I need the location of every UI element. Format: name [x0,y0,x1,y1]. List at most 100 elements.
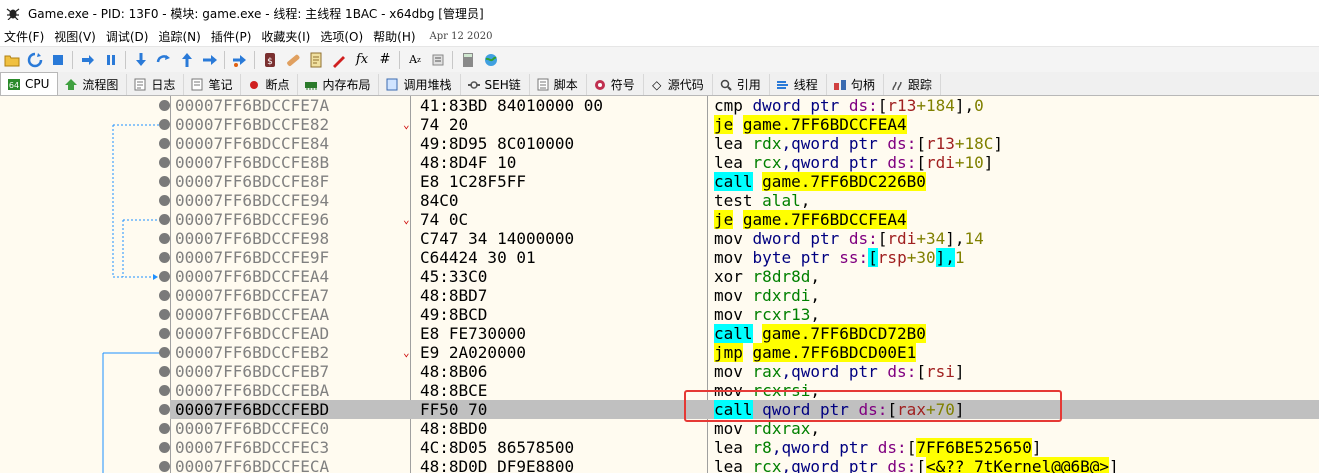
breakpoint-dot[interactable] [159,195,170,206]
disasm-row[interactable]: 00007FF6BDCCFEAD E8 FE730000 call game.7FF… [170,324,1319,343]
open-icon[interactable] [3,51,21,69]
run-to-user-icon[interactable] [201,51,219,69]
breakpoint-dot[interactable] [159,290,170,301]
tab-cpu[interactable]: 64 CPU [0,72,59,95]
breakpoint-dot[interactable] [159,157,170,168]
disasm-row[interactable]: 00007FF6BDCCFE98 C747 34 14000000 mov dwor… [170,229,1319,248]
tab-label: 流程图 [82,78,119,92]
fx-icon[interactable]: fx [353,51,371,69]
step-into-icon[interactable] [132,51,150,69]
breakpoint-dot[interactable] [159,404,170,415]
execute-till-return-icon[interactable] [231,51,249,69]
tab-threads[interactable]: 线程 [770,74,827,95]
menu-trace[interactable]: 追踪(N) [154,28,206,45]
register: rsp [877,248,907,267]
breakpoint-dot[interactable] [159,385,170,396]
breakpoint-dot[interactable] [159,100,170,111]
disasm-row[interactable]: 00007FF6BDCCFEA4 45:33C0 xor r8dr8d, [170,267,1319,286]
pause-icon[interactable] [102,51,120,69]
run-to-cursor-icon[interactable]: $ [261,51,279,69]
breakpoint-dot[interactable] [159,442,170,453]
disasm-row[interactable]: 00007FF6BDCCFEAA 49:8BCD mov rcxr13, [170,305,1319,324]
menu-options[interactable]: 选项(O) [316,28,369,45]
cpu-icon: 64 [7,78,21,91]
breakpoint-dot[interactable] [159,176,170,187]
breakpoint-dot[interactable] [159,423,170,434]
breakpoint-dot[interactable] [159,366,170,377]
step-over-icon[interactable] [155,51,173,69]
breakpoint-dot[interactable] [159,347,170,358]
disasm-row[interactable]: 00007FF6BDCCFEC3 4C:8D05 86578500 lea r8,q… [170,438,1319,457]
tab-call-stack[interactable]: 调用堆栈 [379,74,461,95]
breakpoint-dot[interactable] [159,461,170,472]
tab-log[interactable]: 日志 [127,74,185,95]
tab-symbols[interactable]: 符号 [587,74,644,95]
trace-into-icon[interactable] [178,51,196,69]
disasm-row[interactable]: 00007FF6BDCCFE9F C64424 30 01 mov byte ptr… [170,248,1319,267]
disasm-row[interactable]: 00007FF6BDCCFE82 ⌄ 74 20 je game.7FF6BDCCFE… [170,115,1319,134]
menu-plugins[interactable]: 插件(P) [207,28,258,45]
address-cell: 00007FF6BDCCFE9F [175,248,330,267]
disasm-row[interactable]: 00007FF6BDCCFECA 48:8D0D DF9E8800 lea rcx,… [170,457,1319,473]
menu-file[interactable]: 文件(F) [0,28,50,45]
branch-gutter [0,96,170,473]
segment: ds: [848,96,878,115]
tab-memory-map[interactable]: 内存布局 [298,74,380,95]
breakpoint-dot[interactable] [159,309,170,320]
hash-icon[interactable]: # [376,51,394,69]
calculator-icon[interactable] [459,51,477,69]
run-icon[interactable] [79,51,97,69]
tab-graph[interactable]: 流程图 [58,74,128,95]
stop-icon[interactable] [49,51,67,69]
address-cell: 00007FF6BDCCFECA [175,457,330,473]
tab-notes[interactable]: 笔记 [184,74,242,95]
menu-view[interactable]: 视图(V) [50,28,102,45]
breakpoint-dot[interactable] [159,328,170,339]
tab-source[interactable]: ◇ 源代码 [644,74,713,95]
disasm-row[interactable]: 00007FF6BDCCFE84 49:8D95 8C010000 lea rdx,… [170,134,1319,153]
script-icon[interactable] [307,51,325,69]
tab-script[interactable]: 脚本 [530,74,587,95]
restart-icon[interactable] [26,51,44,69]
punct: , [810,267,820,286]
bytes-cell: 84C0 [420,191,459,210]
mnemonic: mov [714,286,743,305]
menu-help[interactable]: 帮助(H) [369,28,421,45]
breakpoint-dot[interactable] [159,271,170,282]
breakpoint-dot[interactable] [159,119,170,130]
disasm-row[interactable]: 00007FF6BDCCFE96 ⌄ 74 0C je game.7FF6BDCCFE… [170,210,1319,229]
disassembly-view[interactable]: 00007FF6BDCCFE7A 41:83BD 84010000 00 cmp d… [0,96,1319,473]
strings-icon[interactable] [429,51,447,69]
font-icon[interactable]: Az [406,51,424,69]
disasm-row[interactable]: 00007FF6BDCCFE94 84C0 test alal, [170,191,1319,210]
scylla-icon[interactable] [330,51,348,69]
tab-trace[interactable]: 跟踪 [884,74,941,95]
disasm-row[interactable]: 00007FF6BDCCFE7A 41:83BD 84010000 00 cmp d… [170,96,1319,115]
bytes-cell: E9 2A020000 [420,343,526,362]
tab-seh[interactable]: SEH链 [461,74,530,95]
breakpoint-dot[interactable] [159,214,170,225]
patch-icon[interactable] [284,51,302,69]
menu-debug[interactable]: 调试(D) [102,28,155,45]
punct: , [810,286,820,305]
breakpoint-dot[interactable] [159,252,170,263]
tab-label: 符号 [610,78,635,92]
tab-handles[interactable]: 句柄 [827,74,884,95]
disasm-row[interactable]: 00007FF6BDCCFEB7 48:8B06 mov rax,qword ptr… [170,362,1319,381]
address-cell: 00007FF6BDCCFEA4 [175,267,330,286]
disasm-row[interactable]: 00007FF6BDCCFEA7 48:8BD7 mov rdxrdi, [170,286,1319,305]
disasm-row[interactable]: 00007FF6BDCCFE8B 48:8D4F 10 lea rcx,qword … [170,153,1319,172]
disasm-row[interactable]: 00007FF6BDCCFEB2 ⌄ E9 2A020000 jmp game.7FF… [170,343,1319,362]
globe-icon[interactable] [482,51,500,69]
address-cell: 00007FF6BDCCFEB7 [175,362,330,381]
tab-references[interactable]: 引用 [713,74,770,95]
menu-favourites[interactable]: 收藏夹(I) [257,28,316,45]
disasm-row[interactable]: 00007FF6BDCCFE8F E8 1C28F5FF call game.7FF… [170,172,1319,191]
breakpoint-dot[interactable] [159,138,170,149]
tab-breakpoints[interactable]: 断点 [241,74,299,95]
breakpoint-dot[interactable] [159,233,170,244]
register: r13 [887,96,917,115]
toolbar-separator [399,50,400,69]
